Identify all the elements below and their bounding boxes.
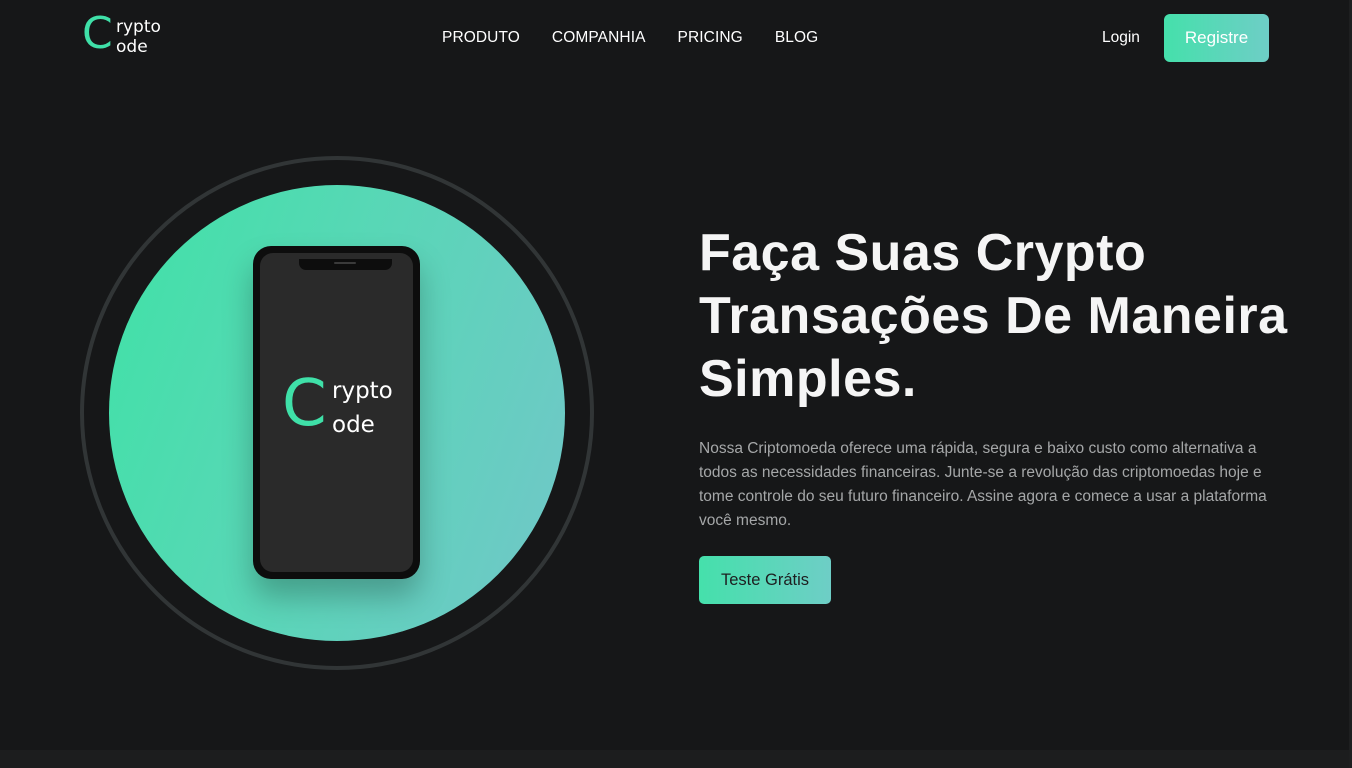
login-link[interactable]: Login (1102, 28, 1140, 48)
logo-line-2: ode (116, 37, 148, 57)
landing-page: C rypto ode PRODUTO COMPANHIA PRICING BL… (0, 0, 1352, 768)
hero-description: Nossa Criptomoeda oferece uma rápida, se… (699, 440, 1267, 529)
nav-item-blog[interactable]: BLOG (775, 28, 818, 48)
phone-logo-line-2: ode (332, 412, 375, 438)
phone-logo-c-letter: C (282, 367, 327, 441)
phone-mockup: C rypto ode (253, 246, 420, 579)
next-section-edge (0, 750, 1352, 768)
phone-screen: C rypto ode (260, 253, 413, 572)
nav-item-produto[interactable]: PRODUTO (442, 28, 520, 48)
phone-logo-line-1: rypto (332, 378, 393, 404)
hero-headline: Faça Suas Crypto Transações De Maneira S… (699, 224, 1288, 408)
main-nav: PRODUTO COMPANHIA PRICING BLOG (442, 28, 818, 48)
register-button[interactable]: Registre (1164, 14, 1269, 62)
phone-brand-logo: C rypto ode (282, 369, 412, 443)
nav-item-pricing[interactable]: PRICING (678, 28, 743, 48)
nav-item-companhia[interactable]: COMPANHIA (552, 28, 646, 48)
phone-speaker (334, 262, 356, 264)
logo-c-letter: C (82, 8, 113, 59)
free-trial-button[interactable]: Teste Grátis (699, 556, 831, 604)
phone-notch (299, 259, 392, 270)
brand-logo[interactable]: C rypto ode (82, 10, 172, 60)
site-header: C rypto ode PRODUTO COMPANHIA PRICING BL… (0, 0, 1352, 76)
logo-line-1: rypto (116, 17, 161, 37)
